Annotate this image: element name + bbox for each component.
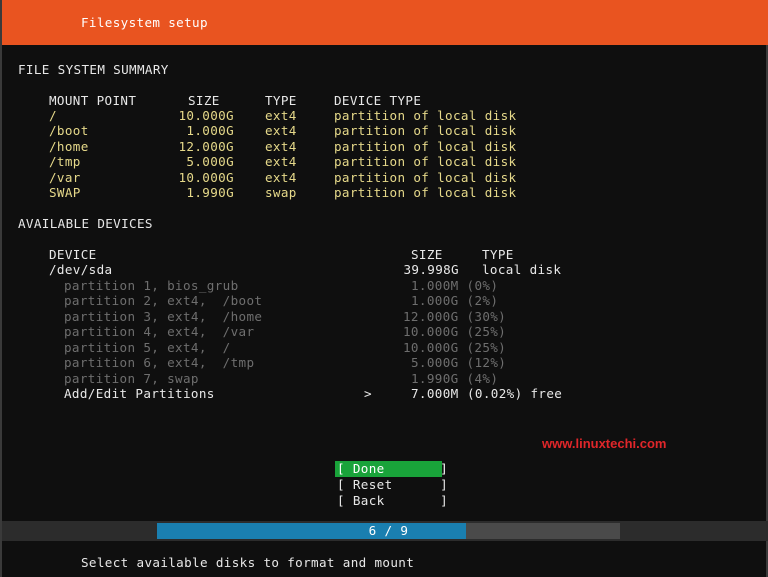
column-device-type-label: TYPE (482, 247, 514, 262)
partition-label: partition 6, ext4, /tmp (64, 355, 255, 370)
column-type: TYPE (265, 93, 297, 108)
partition-size: 10.000G (25%) (403, 324, 507, 339)
partition-size: 12.000G (30%) (403, 309, 507, 324)
partition-label: partition 3, ext4, /home (64, 309, 263, 324)
mount-type: swap (265, 185, 297, 200)
mount-point: /var (49, 170, 81, 185)
column-device: DEVICE (49, 247, 97, 262)
partition-size: 1.000M (0%) (411, 278, 499, 293)
partition-size: 10.000G (25%) (403, 340, 507, 355)
mount-point: /home (49, 139, 89, 154)
partition-label: partition 2, ext4, /boot (64, 293, 263, 308)
disk-type: local disk (482, 262, 562, 277)
mount-size: 10.000G (178, 170, 234, 185)
partition-label: partition 7, swap (64, 371, 199, 386)
column-device-type: DEVICE TYPE (334, 93, 422, 108)
mount-device-type: partition of local disk (334, 108, 517, 123)
partition-label: partition 4, ext4, /var (64, 324, 255, 339)
partition-label: partition 5, ext4, / (64, 340, 231, 355)
partition-size: 1.990G (4%) (411, 371, 499, 386)
done-button[interactable]: [ Done ] (335, 461, 448, 477)
column-device-size: SIZE (411, 247, 443, 262)
mount-type: ext4 (265, 154, 297, 169)
reset-button-label: [ Reset ] (337, 477, 449, 492)
progress-bar: 6 / 9 (157, 523, 620, 539)
mount-type: ext4 (265, 170, 297, 185)
mount-device-type: partition of local disk (334, 185, 517, 200)
free-space-size: 7.000M (411, 386, 459, 401)
chevron-right-icon: > (364, 386, 372, 401)
progress-text: 6 / 9 (368, 523, 409, 538)
installer-window: Filesystem setup FILE SYSTEM SUMMARY MOU… (0, 0, 768, 577)
disk-size: 39.998G (403, 262, 459, 277)
free-space-percent: (0.02%) free (467, 386, 563, 401)
mount-type: ext4 (265, 123, 297, 138)
partition-size: 5.000G (12%) (411, 355, 507, 370)
mount-point: / (49, 108, 57, 123)
summary-heading: FILE SYSTEM SUMMARY (18, 62, 169, 77)
page-title: Filesystem setup (81, 15, 208, 30)
back-button[interactable]: [ Back ] (335, 493, 448, 509)
mount-type: ext4 (265, 139, 297, 154)
column-mount-point: MOUNT POINT (49, 93, 137, 108)
mount-point: /boot (49, 123, 89, 138)
mount-device-type: partition of local disk (334, 170, 517, 185)
footer-hint: Select available disks to format and mou… (81, 555, 415, 570)
mount-size: 5.000G (186, 154, 234, 169)
mount-size: 1.990G (186, 185, 234, 200)
mount-device-type: partition of local disk (334, 123, 517, 138)
add-edit-partitions-label: Add/Edit Partitions (64, 386, 215, 401)
back-button-label: [ Back ] (337, 493, 449, 508)
reset-button[interactable]: [ Reset ] (335, 477, 448, 493)
mount-type: ext4 (265, 108, 297, 123)
mount-size: 1.000G (186, 123, 234, 138)
partition-label: partition 1, bios_grub (64, 278, 239, 293)
done-button-label: [ Done ] (337, 461, 449, 476)
mount-size: 12.000G (178, 139, 234, 154)
mount-device-type: partition of local disk (334, 154, 517, 169)
column-size: SIZE (188, 93, 220, 108)
mount-device-type: partition of local disk (334, 139, 517, 154)
mount-point: /tmp (49, 154, 81, 169)
mount-size: 10.000G (178, 108, 234, 123)
disk-name: /dev/sda (49, 262, 113, 277)
mount-point: SWAP (49, 185, 81, 200)
watermark: www.linuxtechi.com (542, 436, 667, 451)
header-bar: Filesystem setup (2, 0, 768, 45)
partition-size: 1.000G (2%) (411, 293, 499, 308)
devices-heading: AVAILABLE DEVICES (18, 216, 153, 231)
